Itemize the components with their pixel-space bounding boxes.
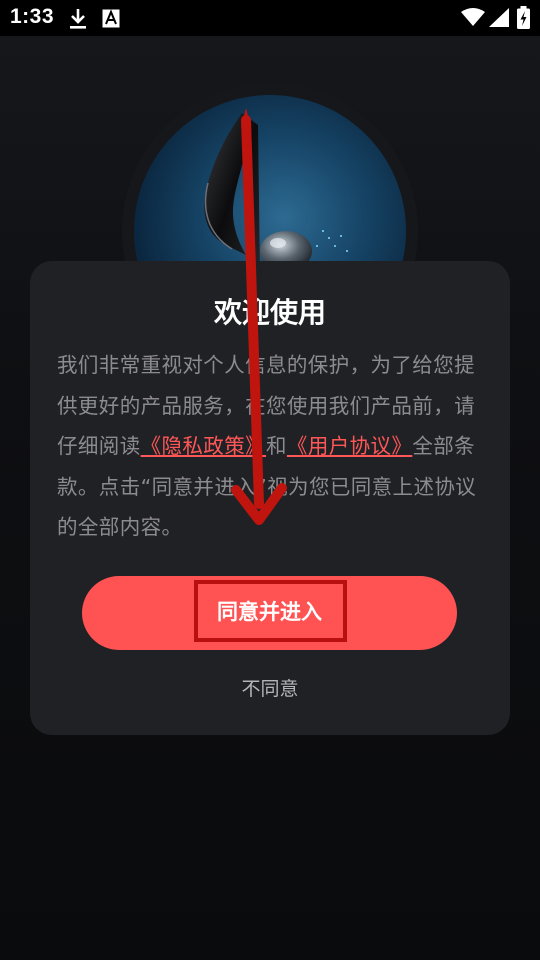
font-a-icon	[102, 9, 120, 28]
download-icon	[70, 9, 86, 29]
agree-and-enter-button[interactable]: 同意并进入	[82, 576, 457, 650]
status-time: 1:33	[10, 5, 55, 28]
privacy-dialog: 欢迎使用 我们非常重视对个人信息的保护，为了给您提供更好的产品服务，在您使用我们…	[30, 261, 510, 735]
disagree-button[interactable]: 不同意	[170, 672, 370, 702]
privacy-policy-link[interactable]: 《隐私政策》	[141, 434, 266, 458]
signal-icon	[489, 8, 509, 27]
body-text-and: 和	[266, 434, 287, 458]
dialog-body: 我们非常重视对个人信息的保护，为了给您提供更好的产品服务，在您使用我们产品前，请…	[57, 345, 487, 548]
app-screen: 1:33 欢迎使用 我们非常重视对个人信息的保护，为了给您提供更好的产品服务，在…	[0, 0, 540, 960]
wifi-icon	[461, 8, 485, 26]
user-agreement-link[interactable]: 《用户协议》	[287, 434, 412, 458]
annotation-highlight-box	[194, 580, 347, 642]
battery-charging-icon	[517, 6, 530, 29]
status-bar: 1:33	[0, 0, 540, 36]
dialog-title: 欢迎使用	[213, 296, 326, 329]
